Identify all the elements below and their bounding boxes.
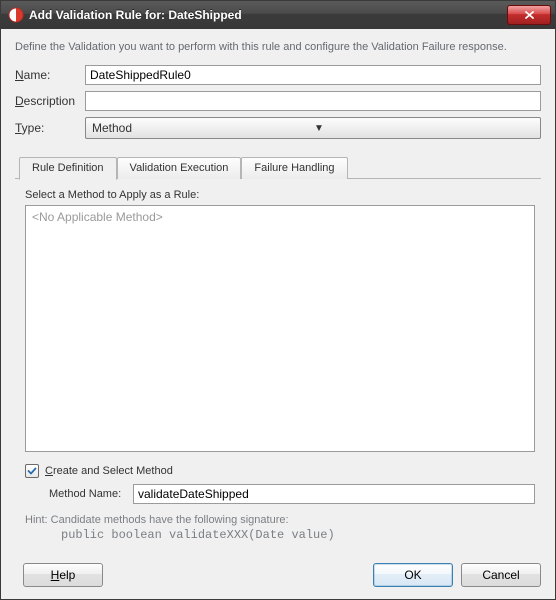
tabstrip: Rule Definition Validation Execution Fai… [15, 157, 541, 179]
row-create-method: Create and Select Method [25, 464, 535, 478]
row-description: Description [15, 91, 541, 111]
name-input[interactable] [85, 65, 541, 85]
close-button[interactable] [507, 5, 551, 25]
label-name: Name: [15, 68, 85, 82]
titlebar: Add Validation Rule for: DateShipped [1, 1, 555, 29]
cancel-button[interactable]: Cancel [461, 563, 541, 587]
label-method-name: Method Name: [49, 488, 133, 500]
description-input[interactable] [85, 91, 541, 111]
chevron-down-icon: ▼ [314, 123, 536, 134]
label-create-method: Create and Select Method [45, 465, 173, 477]
type-select-value: Method [92, 121, 314, 135]
row-method-name: Method Name: [25, 484, 535, 504]
dialog-content: Define the Validation you want to perfor… [1, 29, 555, 554]
tabpanel-rule-definition: Select a Method to Apply as a Rule: <No … [15, 179, 541, 544]
window-title: Add Validation Rule for: DateShipped [29, 8, 507, 22]
app-icon [7, 6, 25, 24]
type-select[interactable]: Method ▼ [85, 117, 541, 139]
close-icon [524, 10, 535, 20]
method-list[interactable]: <No Applicable Method> [25, 205, 535, 452]
check-icon [27, 466, 37, 476]
label-type: Type: [15, 121, 85, 135]
row-name: Name: [15, 65, 541, 85]
ok-button[interactable]: OK [373, 563, 453, 587]
hint-code: public boolean validateXXX(Date value) [25, 528, 535, 542]
method-list-placeholder: <No Applicable Method> [32, 210, 163, 224]
help-button[interactable]: Help [23, 563, 103, 587]
checkbox-create-method[interactable] [25, 464, 39, 478]
tab-validation-execution[interactable]: Validation Execution [117, 157, 242, 179]
row-type: Type: Method ▼ [15, 117, 541, 139]
label-select-method: Select a Method to Apply as a Rule: [25, 189, 535, 201]
dialog-window: Add Validation Rule for: DateShipped Def… [0, 0, 556, 600]
create-method-section: Create and Select Method Method Name: Hi… [25, 464, 535, 542]
dialog-description: Define the Validation you want to perfor… [15, 41, 541, 53]
tab-failure-handling[interactable]: Failure Handling [241, 157, 347, 179]
label-description: Description [15, 94, 85, 108]
hint-text: Hint: Candidate methods have the followi… [25, 514, 535, 526]
method-name-input[interactable] [133, 484, 535, 504]
tab-rule-definition[interactable]: Rule Definition [19, 157, 117, 180]
button-bar: Help OK Cancel [1, 554, 555, 599]
